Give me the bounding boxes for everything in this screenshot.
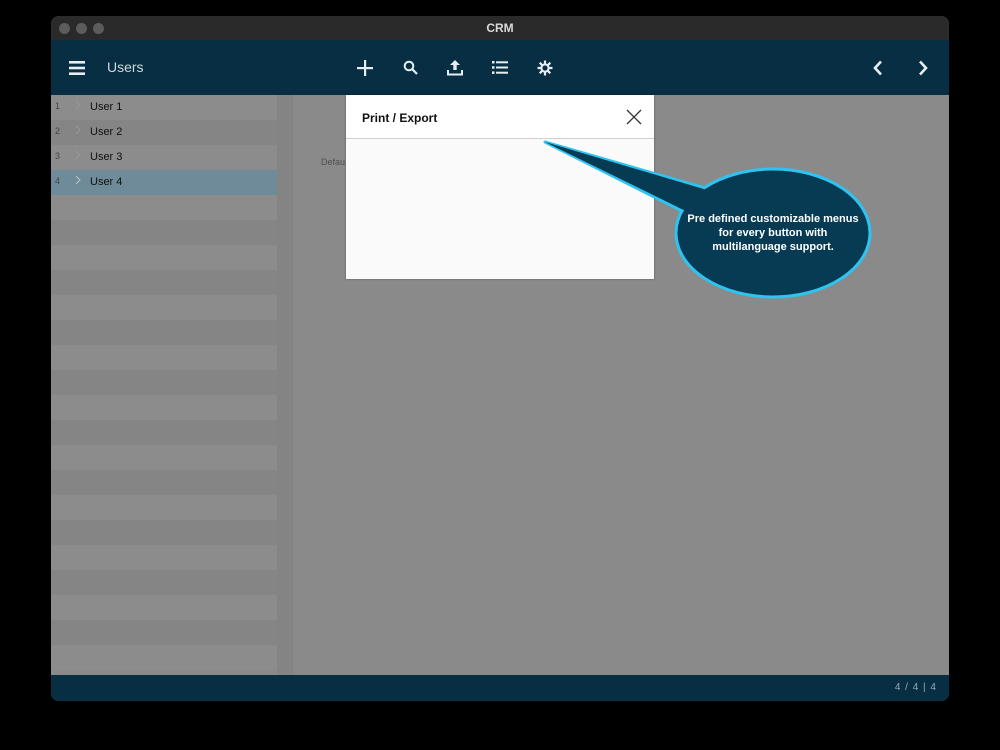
- callout-bubble: [543, 140, 872, 299]
- callout-text: Pre defined customizable menus for every…: [687, 213, 859, 253]
